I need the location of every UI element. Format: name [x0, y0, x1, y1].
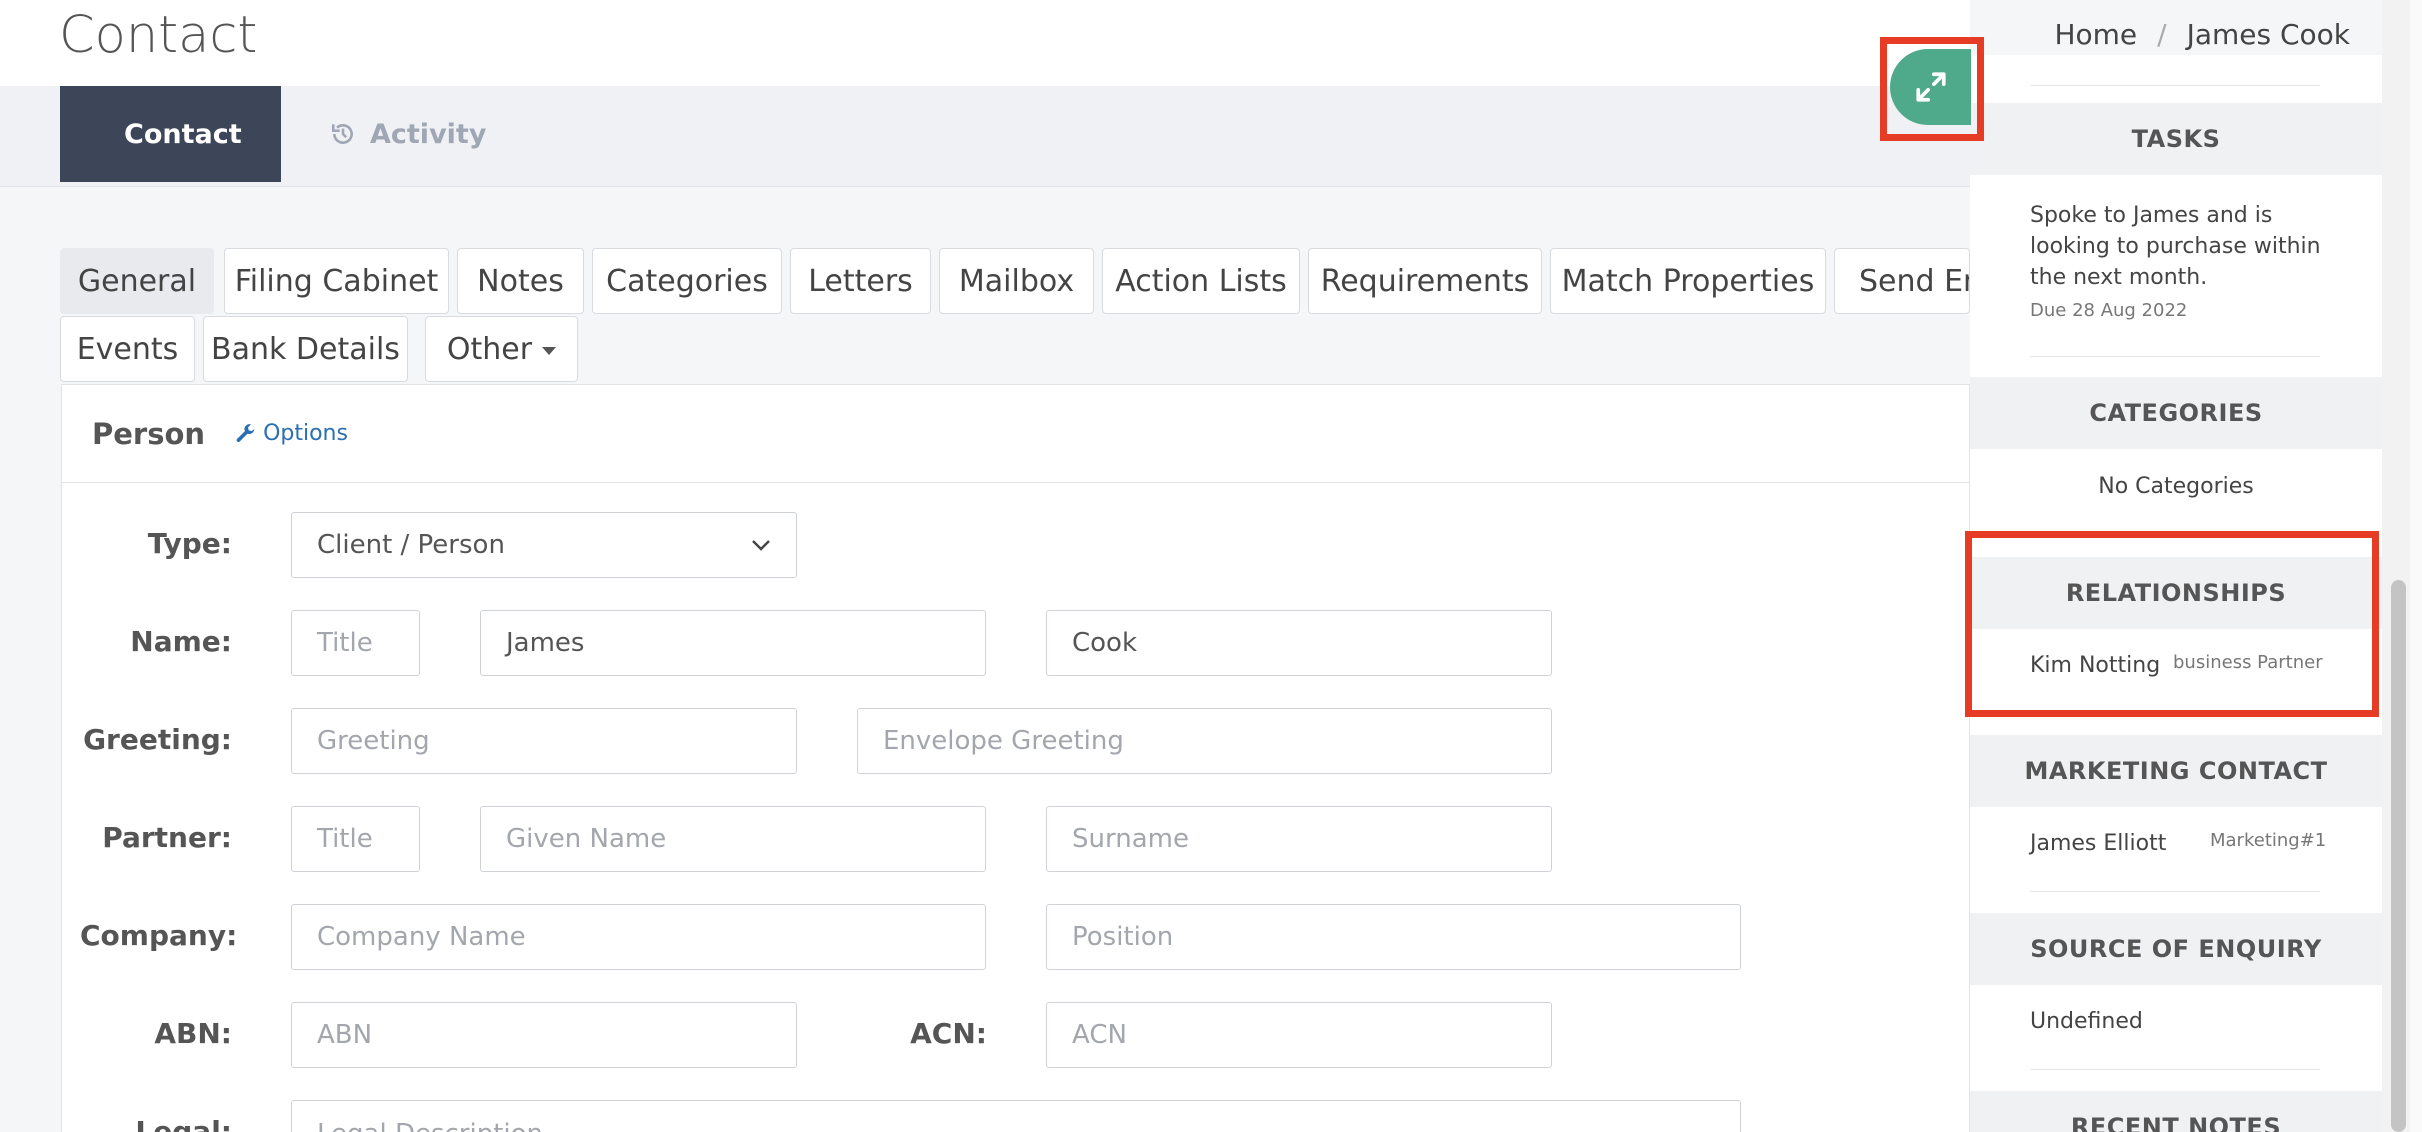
subtab-bank-details[interactable]: Bank Details [203, 316, 408, 382]
type-label: Type: [147, 527, 232, 560]
subtab-letters[interactable]: Letters [790, 248, 931, 314]
greeting-label: Greeting: [83, 723, 232, 756]
tasks-heading: TASKS [1970, 103, 2382, 175]
options-label: Options [263, 421, 348, 446]
panel-title: Person [92, 416, 206, 451]
last-name-input[interactable]: Cook [1046, 610, 1552, 676]
subtab-filing-cabinet[interactable]: Filing Cabinet [224, 248, 449, 314]
sidebar-divider [2030, 356, 2320, 357]
panel-header: Person Options [62, 385, 1969, 483]
partner-given-name-input[interactable]: Given Name [480, 806, 986, 872]
recent-notes-heading: RECENT NOTES [1970, 1091, 2382, 1132]
acn-label: ACN: [910, 1017, 987, 1050]
task-due-date: Due 28 Aug 2022 [2030, 300, 2188, 321]
breadcrumb-current: James Cook [2186, 18, 2350, 51]
subtab-match-properties[interactable]: Match Properties [1550, 248, 1826, 314]
main-tabs: Contact Activity [0, 86, 1970, 187]
chevron-down-icon [752, 540, 770, 551]
source-of-enquiry-value: Undefined [2030, 1009, 2143, 1034]
sidebar-divider [2030, 1069, 2320, 1070]
breadcrumb-separator: / [2157, 18, 2167, 51]
subtab-categories[interactable]: Categories [592, 248, 782, 314]
categories-heading: CATEGORIES [1970, 377, 2382, 449]
task-text-line-2[interactable]: looking to purchase within [2030, 231, 2321, 262]
subtab-other-dropdown[interactable]: Other [425, 316, 578, 382]
company-name-input[interactable]: Company Name [291, 904, 986, 970]
marketing-contact-name[interactable]: James Elliott [2030, 828, 2166, 859]
highlight-box [1965, 531, 2379, 717]
sidebar-divider [2030, 891, 2320, 892]
options-link[interactable]: Options [235, 421, 348, 446]
position-input[interactable]: Position [1046, 904, 1741, 970]
subtab-requirements[interactable]: Requirements [1308, 248, 1542, 314]
scrollbar-thumb[interactable] [2391, 580, 2406, 1132]
greeting-input[interactable]: Greeting [291, 708, 797, 774]
name-title-input[interactable]: Title [291, 610, 420, 676]
tab-activity[interactable]: Activity [280, 86, 536, 182]
subtab-other-label: Other [446, 331, 533, 367]
partner-surname-input[interactable]: Surname [1046, 806, 1552, 872]
marketing-contact-tag: Marketing#1 [2210, 830, 2327, 851]
source-of-enquiry-heading: SOURCE OF ENQUIRY [1970, 913, 2382, 985]
subtab-notes[interactable]: Notes [457, 248, 584, 314]
tab-contact-label: Contact [124, 118, 242, 150]
task-text-line-1[interactable]: Spoke to James and is [2030, 200, 2272, 231]
legal-description-input[interactable]: Legal Description [291, 1100, 1741, 1132]
tab-activity-label: Activity [370, 118, 487, 150]
envelope-greeting-input[interactable]: Envelope Greeting [857, 708, 1552, 774]
company-label: Company: [80, 919, 238, 952]
sidebar-divider [2030, 85, 2320, 86]
wrench-icon [236, 423, 255, 442]
page-header: Contact [0, 0, 1970, 86]
subtab-events[interactable]: Events [60, 316, 195, 382]
window-edge [2410, 0, 2422, 1132]
subtab-general[interactable]: General [60, 248, 214, 314]
marketing-contact-heading: MARKETING CONTACT [1970, 735, 2382, 807]
categories-empty: No Categories [2098, 474, 2254, 499]
abn-input[interactable]: ABN [291, 1002, 797, 1068]
tab-contact[interactable]: Contact [60, 86, 281, 182]
acn-input[interactable]: ACN [1046, 1002, 1552, 1068]
history-icon [331, 124, 353, 144]
breadcrumb-home[interactable]: Home [2054, 18, 2137, 51]
type-select[interactable]: Client / Person [291, 512, 797, 578]
partner-title-input[interactable]: Title [291, 806, 420, 872]
name-label: Name: [130, 625, 232, 658]
partner-label: Partner: [102, 821, 232, 854]
subtab-send-email[interactable]: Send Em [1834, 248, 1970, 314]
breadcrumb: Home / James Cook [2054, 18, 2350, 51]
caret-down-icon [542, 347, 557, 355]
highlight-box [1880, 37, 1984, 141]
first-name-input[interactable]: James [480, 610, 986, 676]
legal-label: Legal: [135, 1115, 232, 1132]
task-text-line-3[interactable]: the next month. [2030, 262, 2207, 293]
subtab-mailbox[interactable]: Mailbox [939, 248, 1094, 314]
page-title: Contact [59, 6, 258, 65]
type-select-value: Client / Person [317, 530, 505, 560]
subtab-action-lists[interactable]: Action Lists [1102, 248, 1300, 314]
abn-label: ABN: [154, 1017, 232, 1050]
